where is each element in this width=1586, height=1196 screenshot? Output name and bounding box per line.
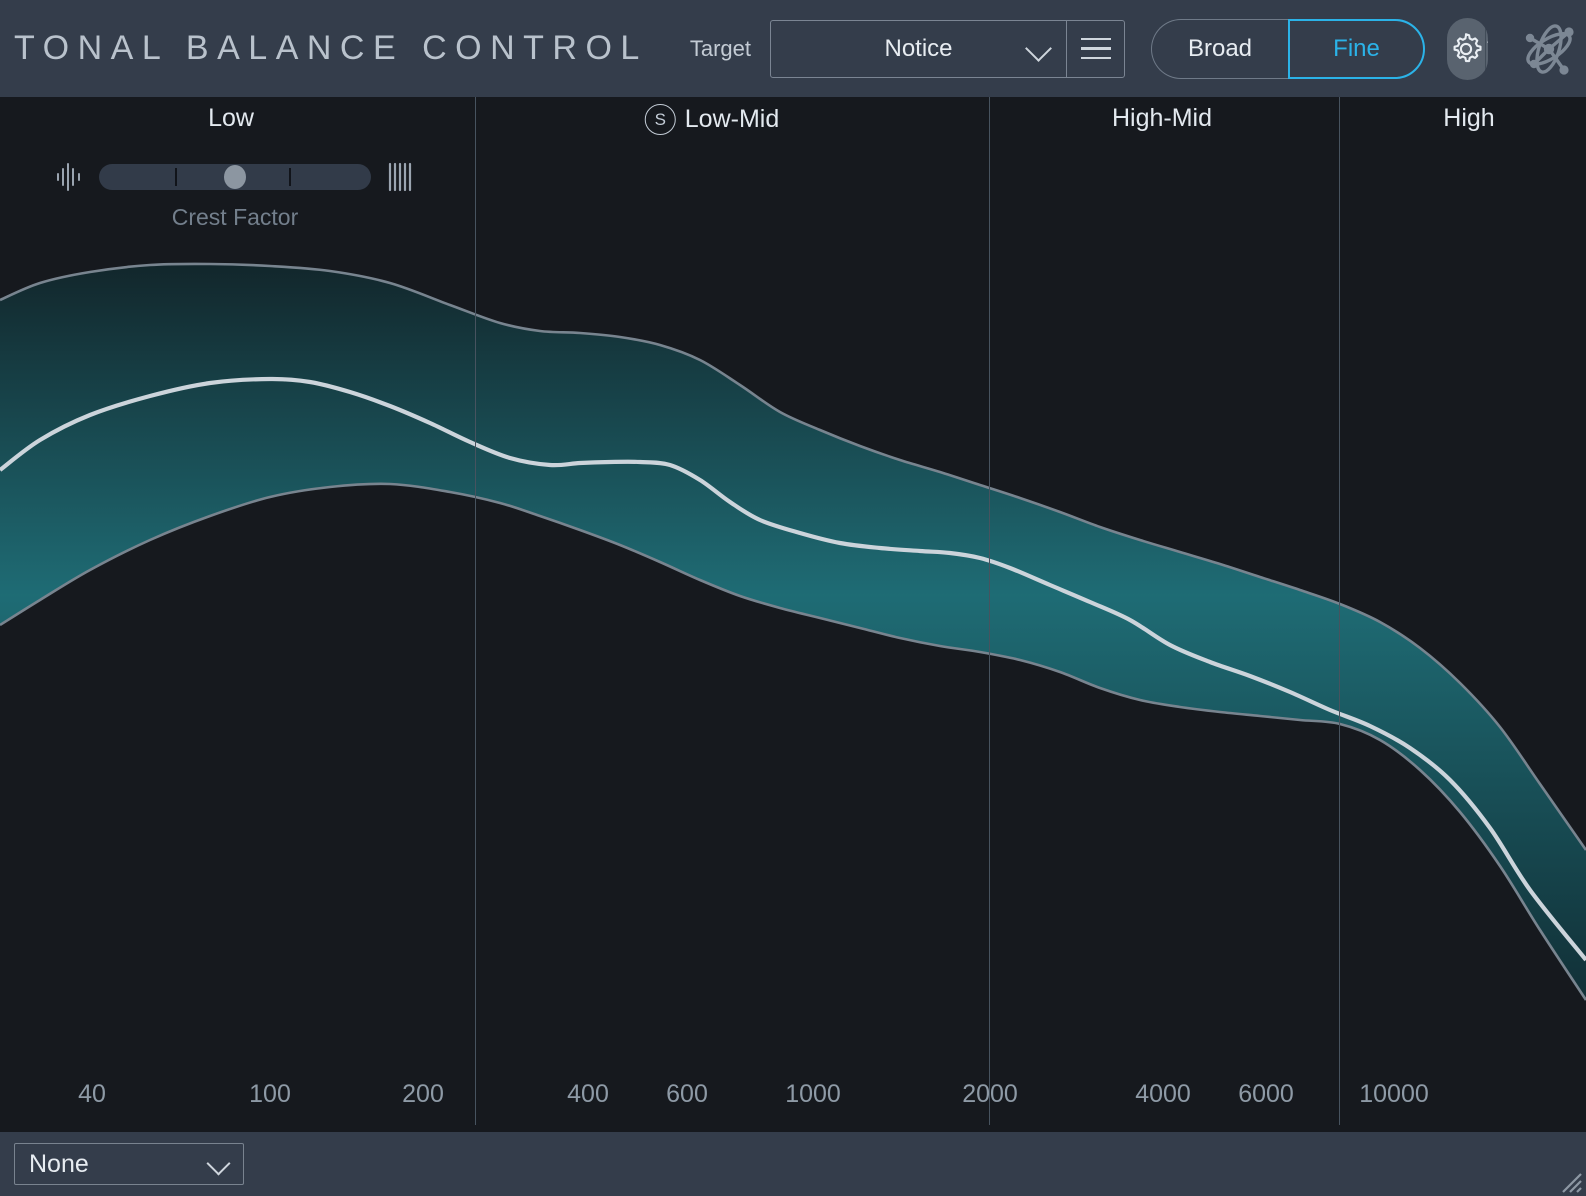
header-icon-group: ? [1447, 17, 1488, 80]
target-menu-button[interactable] [1066, 20, 1124, 77]
target-dropdown[interactable]: Notice [771, 21, 1066, 77]
help-button[interactable]: ? [1485, 17, 1488, 80]
band-divider[interactable] [989, 147, 990, 1125]
chevron-down-icon [1025, 34, 1052, 62]
settings-button[interactable] [1447, 18, 1485, 80]
app-footer: None [0, 1132, 1586, 1196]
freq-tick-label: 4000 [1135, 1080, 1191, 1108]
target-range-band [0, 263, 1586, 1000]
slider-thumb[interactable] [224, 165, 246, 189]
band-label-low-mid[interactable]: S Low-Mid [644, 104, 780, 135]
solo-button[interactable]: S [644, 104, 676, 135]
freq-tick-label: 600 [666, 1080, 708, 1108]
gear-icon [1453, 32, 1482, 62]
help-label: ? [1486, 30, 1488, 67]
band-label-text: High [1443, 104, 1495, 132]
freq-tick-label: 1000 [785, 1080, 841, 1108]
freq-tick-label: 100 [249, 1080, 291, 1108]
crest-factor-control: Crest Factor [55, 160, 415, 231]
target-dropdown-value: Notice [884, 34, 953, 62]
routing-dropdown-value: None [29, 1149, 89, 1178]
target-label: Target [689, 35, 751, 61]
waveform-narrow-icon [57, 163, 80, 191]
izotope-logo-icon [1525, 23, 1574, 75]
freq-tick-label: 400 [567, 1080, 609, 1108]
hamburger-line [1080, 47, 1111, 50]
tonal-balance-control-window: TONAL BALANCE CONTROL Target Notice Broa… [0, 0, 1586, 1196]
crest-factor-label: Crest Factor [171, 204, 299, 230]
band-header-row: Low S Low-Mid High-Mid High [0, 97, 1586, 147]
freq-tick-label: 200 [402, 1080, 444, 1108]
spectrum-plot[interactable] [0, 147, 1586, 1125]
band-label-text: High-Mid [1111, 104, 1213, 132]
band-divider[interactable] [1339, 147, 1340, 1125]
resize-handle-icon[interactable] [1557, 1168, 1583, 1194]
waveform-dense-icon [388, 162, 412, 192]
hamburger-line [1080, 37, 1111, 41]
band-divider[interactable] [989, 97, 990, 147]
chevron-down-icon [206, 1151, 231, 1176]
freq-tick-label: 40 [78, 1080, 106, 1108]
band-label-text: Low [208, 104, 254, 132]
target-control-group: Notice [770, 19, 1125, 78]
brand-logo [1512, 9, 1586, 89]
band-label-low[interactable]: Low [208, 104, 254, 133]
routing-dropdown[interactable]: None [14, 1143, 244, 1185]
frequency-axis: 40 100 200 400 600 1000 2000 4000 6000 10000 [0, 1080, 1586, 1125]
band-divider[interactable] [475, 97, 476, 147]
band-label-high[interactable]: High [1443, 104, 1494, 133]
fine-button[interactable]: Fine [1288, 18, 1425, 79]
slider-tick [289, 168, 292, 186]
slider-tick [175, 168, 178, 186]
resolution-toggle-group: Broad Fine [1151, 18, 1425, 79]
page-title: TONAL BALANCE CONTROL [14, 29, 648, 67]
crest-factor-slider[interactable] [99, 164, 371, 190]
freq-tick-label: 2000 [962, 1080, 1018, 1108]
spectrum-svg [0, 262, 1586, 1001]
freq-tick-label: 6000 [1238, 1080, 1294, 1108]
broad-button[interactable]: Broad [1151, 18, 1288, 79]
freq-tick-label: 10000 [1359, 1080, 1429, 1108]
app-header: TONAL BALANCE CONTROL Target Notice Broa… [0, 0, 1586, 97]
band-label-high-mid[interactable]: High-Mid [1112, 104, 1212, 133]
hamburger-line [1080, 56, 1111, 60]
band-divider[interactable] [475, 147, 476, 1125]
band-divider[interactable] [1339, 97, 1340, 147]
band-label-text: Low-Mid [684, 105, 780, 133]
